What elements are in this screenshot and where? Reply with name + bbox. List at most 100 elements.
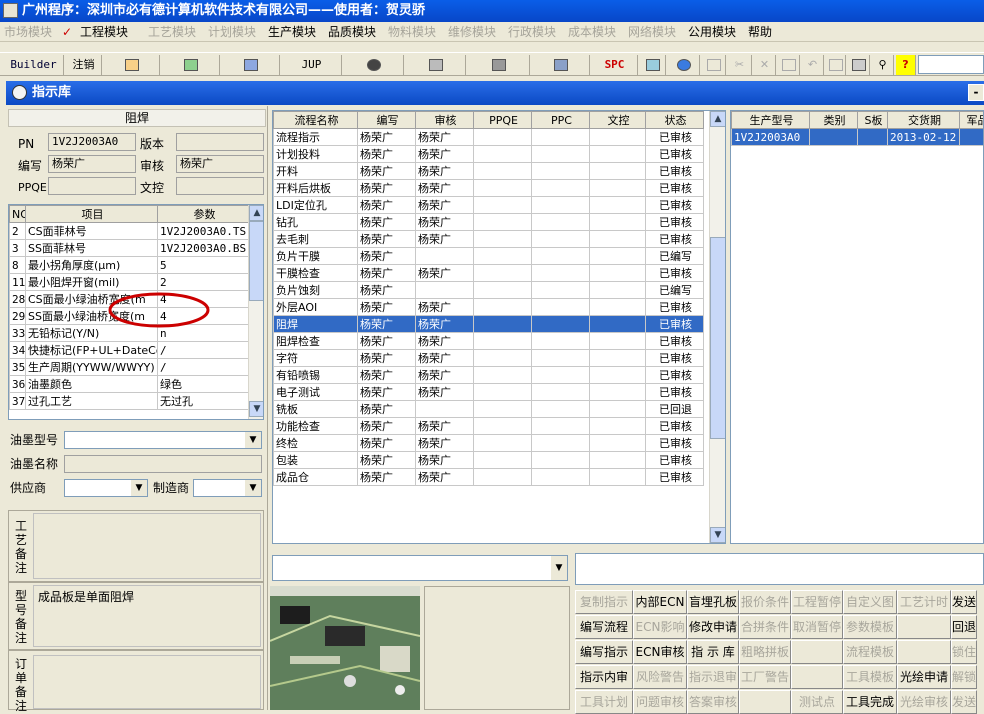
process-ppqe[interactable] bbox=[474, 197, 532, 214]
process-name[interactable]: 包装 bbox=[274, 452, 358, 469]
word-button[interactable] bbox=[222, 55, 280, 75]
param-value[interactable]: 无过孔 bbox=[158, 393, 250, 410]
param-value[interactable]: 1V2J2003A0.TS bbox=[158, 223, 250, 240]
process-ppc[interactable] bbox=[532, 163, 590, 180]
process-status[interactable]: 已审核 bbox=[646, 231, 704, 248]
ie-button[interactable] bbox=[668, 55, 700, 75]
process-row[interactable]: 流程指示杨荣广杨荣广已审核 bbox=[274, 129, 704, 146]
param-row[interactable]: 2CS面菲林号1V2J2003A0.TS bbox=[10, 223, 250, 240]
calc-button[interactable] bbox=[640, 55, 666, 75]
action-button[interactable]: 合拼条件 bbox=[739, 615, 791, 639]
col-status[interactable]: 状态 bbox=[646, 112, 704, 129]
process-status[interactable]: 已审核 bbox=[646, 384, 704, 401]
model-note-field[interactable]: 成品板是单面阻焊 bbox=[33, 585, 261, 647]
menu-admin[interactable]: 行政模块 bbox=[508, 24, 556, 40]
action-button[interactable]: 问题审核 bbox=[633, 690, 687, 714]
process-name[interactable]: 终检 bbox=[274, 435, 358, 452]
process-ppc[interactable] bbox=[532, 316, 590, 333]
ink-model-select[interactable]: ▼ bbox=[64, 431, 262, 449]
process-ppc[interactable] bbox=[532, 214, 590, 231]
param-value[interactable]: / bbox=[158, 359, 250, 376]
action-button[interactable]: 自定义图 bbox=[843, 590, 897, 614]
action-button[interactable] bbox=[791, 665, 843, 689]
process-ppqe[interactable] bbox=[474, 282, 532, 299]
process-editor[interactable]: 杨荣广 bbox=[358, 367, 416, 384]
param-item[interactable]: 生产周期(YYWW/WWYY) bbox=[26, 359, 158, 376]
process-ppc[interactable] bbox=[532, 350, 590, 367]
process-status[interactable]: 已审核 bbox=[646, 333, 704, 350]
process-row[interactable]: 阻焊检查杨荣广杨荣广已审核 bbox=[274, 333, 704, 350]
toolbar-input[interactable] bbox=[918, 55, 984, 74]
process-reviewer[interactable] bbox=[416, 248, 474, 265]
col-ppqe[interactable]: PPQE bbox=[474, 112, 532, 129]
process-ppqe[interactable] bbox=[474, 163, 532, 180]
param-item[interactable]: SS面菲林号 bbox=[26, 240, 158, 257]
process-row[interactable]: 包装杨荣广杨荣广已审核 bbox=[274, 452, 704, 469]
reviewer-field[interactable]: 杨荣广 bbox=[176, 155, 264, 173]
param-row[interactable]: 11最小阻焊开窗(mil)2 bbox=[10, 274, 250, 291]
process-editor[interactable]: 杨荣广 bbox=[358, 265, 416, 282]
process-ppqe[interactable] bbox=[474, 299, 532, 316]
action-button[interactable] bbox=[739, 690, 791, 714]
process-name[interactable]: 功能检查 bbox=[274, 418, 358, 435]
process-note-field[interactable] bbox=[33, 513, 261, 579]
process-status[interactable]: 已审核 bbox=[646, 214, 704, 231]
param-no[interactable]: 35 bbox=[10, 359, 26, 376]
process-doc[interactable] bbox=[590, 197, 646, 214]
menu-cost[interactable]: 成本模块 bbox=[568, 24, 616, 40]
process-row[interactable]: 字符杨荣广杨荣广已审核 bbox=[274, 350, 704, 367]
bottom-input[interactable] bbox=[575, 553, 984, 585]
process-editor[interactable]: 杨荣广 bbox=[358, 214, 416, 231]
action-button[interactable] bbox=[791, 640, 843, 664]
supplier-select[interactable]: ▼ bbox=[64, 479, 148, 497]
col-value[interactable]: 参数 bbox=[158, 206, 250, 223]
process-reviewer[interactable]: 杨荣广 bbox=[416, 367, 474, 384]
undo-button[interactable]: ↶ bbox=[802, 55, 824, 75]
action-button[interactable]: ECN审核 bbox=[633, 640, 687, 664]
process-status[interactable]: 已编写 bbox=[646, 248, 704, 265]
process-ppc[interactable] bbox=[532, 384, 590, 401]
process-ppc[interactable] bbox=[532, 452, 590, 469]
process-reviewer[interactable]: 杨荣广 bbox=[416, 435, 474, 452]
process-name[interactable]: 去毛刺 bbox=[274, 231, 358, 248]
process-ppqe[interactable] bbox=[474, 231, 532, 248]
process-row[interactable]: LDI定位孔杨荣广杨荣广已审核 bbox=[274, 197, 704, 214]
process-ppc[interactable] bbox=[532, 299, 590, 316]
action-button[interactable]: 工具模板 bbox=[843, 665, 897, 689]
process-reviewer[interactable]: 杨荣广 bbox=[416, 316, 474, 333]
process-editor[interactable]: 杨荣广 bbox=[358, 163, 416, 180]
process-row[interactable]: 电子测试杨荣广杨荣广已审核 bbox=[274, 384, 704, 401]
scroll-down-icon[interactable]: ▼ bbox=[710, 527, 726, 543]
action-button[interactable]: 风险警告 bbox=[633, 665, 687, 689]
process-reviewer[interactable]: 杨荣广 bbox=[416, 129, 474, 146]
process-editor[interactable]: 杨荣广 bbox=[358, 299, 416, 316]
process-editor[interactable]: 杨荣广 bbox=[358, 197, 416, 214]
menu-process[interactable]: 工艺模块 bbox=[148, 24, 196, 40]
col-model[interactable]: 生产型号 bbox=[732, 112, 810, 129]
process-row[interactable]: 计划投料杨荣广杨荣广已审核 bbox=[274, 146, 704, 163]
process-row[interactable]: 开料后烘板杨荣广杨荣广已审核 bbox=[274, 180, 704, 197]
database-button[interactable] bbox=[406, 55, 466, 75]
process-row[interactable]: 负片干膜杨荣广已编写 bbox=[274, 248, 704, 265]
param-no[interactable]: 11 bbox=[10, 274, 26, 291]
process-status[interactable]: 已审核 bbox=[646, 469, 704, 486]
param-value[interactable]: 绿色 bbox=[158, 376, 250, 393]
process-row[interactable]: 功能检查杨荣广杨荣广已审核 bbox=[274, 418, 704, 435]
action-button[interactable]: 报价条件 bbox=[739, 590, 791, 614]
menu-quality[interactable]: 品质模块 bbox=[328, 24, 376, 40]
col-process-name[interactable]: 流程名称 bbox=[274, 112, 358, 129]
process-editor[interactable]: 杨荣广 bbox=[358, 146, 416, 163]
process-ppc[interactable] bbox=[532, 401, 590, 418]
col-editor[interactable]: 编写 bbox=[358, 112, 416, 129]
menu-help[interactable]: 帮助 bbox=[748, 24, 772, 40]
help-button[interactable]: ? bbox=[896, 55, 916, 75]
process-ppqe[interactable] bbox=[474, 214, 532, 231]
process-doc[interactable] bbox=[590, 231, 646, 248]
action-button[interactable]: 指 示 库 bbox=[687, 640, 739, 664]
process-reviewer[interactable]: 杨荣广 bbox=[416, 350, 474, 367]
action-button[interactable]: 工厂警告 bbox=[739, 665, 791, 689]
process-status[interactable]: 已审核 bbox=[646, 418, 704, 435]
process-name[interactable]: LDI定位孔 bbox=[274, 197, 358, 214]
process-editor[interactable]: 杨荣广 bbox=[358, 333, 416, 350]
menu-common[interactable]: 公用模块 bbox=[688, 24, 736, 40]
